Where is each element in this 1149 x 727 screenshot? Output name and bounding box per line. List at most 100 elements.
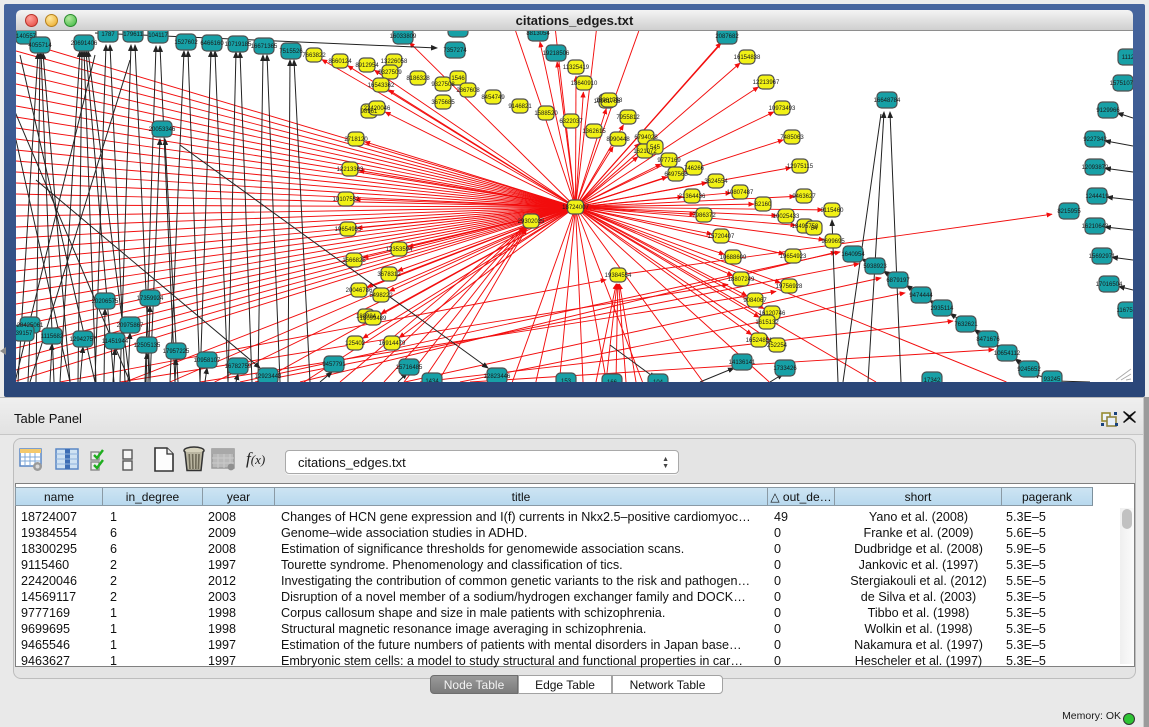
svg-text:8990448: 8990448 bbox=[606, 137, 630, 143]
svg-text:2867608: 2867608 bbox=[456, 88, 480, 94]
svg-text:125402: 125402 bbox=[345, 341, 366, 347]
svg-text:3675685: 3675685 bbox=[431, 100, 455, 106]
svg-text:8454749: 8454749 bbox=[481, 95, 505, 101]
svg-text:1566825: 1566825 bbox=[342, 258, 366, 264]
svg-text:8215955: 8215955 bbox=[1057, 209, 1081, 215]
svg-text:15692971: 15692971 bbox=[1089, 254, 1116, 260]
svg-text:9084067: 9084067 bbox=[743, 298, 767, 304]
svg-text:166: 166 bbox=[607, 380, 618, 382]
svg-text:20975867: 20975867 bbox=[117, 323, 144, 329]
svg-text:9146821: 9146821 bbox=[508, 104, 532, 110]
svg-text:179611: 179611 bbox=[123, 32, 143, 38]
svg-text:9129966: 9129966 bbox=[1096, 108, 1120, 114]
svg-text:8813054: 8813054 bbox=[526, 31, 550, 37]
svg-text:6322037: 6322037 bbox=[559, 119, 583, 125]
svg-text:9457791: 9457791 bbox=[322, 362, 346, 368]
svg-text:12923448: 12923448 bbox=[255, 374, 282, 380]
svg-text:10688609: 10688609 bbox=[720, 255, 747, 261]
svg-text:12213363: 12213363 bbox=[337, 167, 364, 173]
svg-text:16671365: 16671365 bbox=[251, 44, 278, 50]
svg-text:20053346: 20053346 bbox=[149, 127, 176, 133]
svg-text:16033809: 16033809 bbox=[390, 34, 417, 40]
svg-text:16648784: 16648784 bbox=[874, 98, 901, 104]
svg-text:12213967: 12213967 bbox=[753, 80, 780, 86]
svg-text:8660124: 8660124 bbox=[328, 59, 352, 65]
svg-text:15720407: 15720407 bbox=[708, 234, 735, 240]
svg-text:5938923: 5938923 bbox=[863, 264, 887, 270]
svg-text:10973493: 10973493 bbox=[769, 106, 796, 112]
svg-text:18640910: 18640910 bbox=[571, 81, 598, 87]
svg-text:9777169: 9777169 bbox=[657, 158, 681, 164]
svg-text:6497568: 6497568 bbox=[664, 172, 688, 178]
svg-text:7515526: 7515526 bbox=[279, 49, 303, 55]
svg-text:1640954: 1640954 bbox=[841, 252, 865, 258]
svg-text:12093872: 12093872 bbox=[1082, 165, 1109, 171]
svg-text:16914479: 16914479 bbox=[379, 341, 406, 347]
svg-text:16210643: 16210643 bbox=[1082, 224, 1109, 230]
svg-text:6466160: 6466160 bbox=[200, 41, 224, 47]
svg-text:12353594: 12353594 bbox=[386, 247, 413, 253]
svg-text:811: 811 bbox=[453, 31, 463, 33]
svg-text:10025433: 10025433 bbox=[773, 214, 800, 220]
svg-text:15751074: 15751074 bbox=[1110, 81, 1133, 87]
svg-text:13226058: 13226058 bbox=[381, 59, 408, 65]
svg-text:3678312: 3678312 bbox=[377, 272, 401, 278]
svg-text:28425061: 28425061 bbox=[17, 323, 44, 329]
svg-text:1244419: 1244419 bbox=[1085, 194, 1109, 200]
svg-text:16543362: 16543362 bbox=[368, 83, 395, 89]
svg-text:7485063: 7485063 bbox=[780, 135, 804, 141]
svg-text:104117: 104117 bbox=[148, 33, 168, 39]
svg-text:93245: 93245 bbox=[1044, 377, 1061, 382]
svg-text:20206575: 20206575 bbox=[92, 299, 119, 305]
svg-text:9699695: 9699695 bbox=[821, 239, 845, 245]
svg-text:17957225: 17957225 bbox=[163, 349, 190, 355]
svg-text:7955812: 7955812 bbox=[616, 115, 640, 121]
svg-text:9327508: 9327508 bbox=[431, 82, 455, 88]
svg-text:17016504: 17016504 bbox=[1096, 282, 1123, 288]
svg-text:9227343: 9227343 bbox=[1083, 137, 1107, 143]
svg-text:14136141: 14136141 bbox=[729, 360, 756, 366]
svg-text:1362615: 1362615 bbox=[582, 129, 606, 135]
svg-text:6794028: 6794028 bbox=[634, 135, 658, 141]
svg-text:62160: 62160 bbox=[755, 202, 772, 208]
svg-text:1546: 1546 bbox=[451, 76, 465, 82]
svg-text:9327509: 9327509 bbox=[378, 70, 402, 76]
svg-text:3624554: 3624554 bbox=[704, 179, 728, 185]
svg-text:1787: 1787 bbox=[101, 32, 115, 38]
svg-text:18807249: 18807249 bbox=[728, 277, 755, 283]
svg-text:8471676: 8471676 bbox=[976, 337, 1000, 343]
svg-text:12823446: 12823446 bbox=[484, 374, 511, 380]
svg-text:153: 153 bbox=[561, 379, 572, 382]
svg-text:9115460: 9115460 bbox=[821, 208, 845, 214]
svg-text:9474444: 9474444 bbox=[909, 293, 933, 299]
svg-text:16782759: 16782759 bbox=[225, 364, 252, 370]
svg-text:104: 104 bbox=[653, 380, 664, 382]
svg-text:29302035: 29302035 bbox=[518, 219, 545, 225]
svg-text:19218506: 19218506 bbox=[543, 51, 570, 57]
svg-text:7663822: 7663822 bbox=[302, 53, 326, 59]
svg-text:11451944: 11451944 bbox=[102, 339, 129, 345]
svg-text:2935114: 2935114 bbox=[931, 306, 955, 312]
svg-text:19654923: 19654923 bbox=[780, 254, 807, 260]
svg-text:1527602: 1527602 bbox=[174, 40, 198, 46]
svg-text:17342: 17342 bbox=[924, 378, 941, 382]
svg-text:1112: 1112 bbox=[1122, 55, 1133, 61]
svg-text:12505135: 12505135 bbox=[134, 343, 161, 349]
svg-text:8912954: 8912954 bbox=[355, 63, 379, 69]
svg-text:1167533: 1167533 bbox=[1117, 308, 1133, 314]
svg-text:7357274: 7357274 bbox=[443, 48, 467, 54]
svg-text:21364436: 21364436 bbox=[679, 194, 706, 200]
svg-text:545: 545 bbox=[650, 145, 661, 151]
svg-text:12975115: 12975115 bbox=[787, 164, 814, 170]
svg-text:18099489: 18099489 bbox=[360, 316, 387, 322]
svg-text:1588520: 1588520 bbox=[534, 111, 558, 117]
svg-text:16961758: 16961758 bbox=[596, 98, 623, 104]
svg-text:8186328: 8186328 bbox=[406, 76, 430, 82]
svg-text:1115682: 1115682 bbox=[41, 334, 64, 340]
svg-text:9463627: 9463627 bbox=[792, 194, 816, 200]
svg-text:19756928: 19756928 bbox=[776, 284, 803, 290]
svg-text:5498222: 5498222 bbox=[369, 293, 393, 299]
svg-text:18724007: 18724007 bbox=[562, 205, 589, 211]
svg-text:11325419: 11325419 bbox=[563, 65, 590, 71]
svg-text:39157: 39157 bbox=[16, 331, 33, 337]
